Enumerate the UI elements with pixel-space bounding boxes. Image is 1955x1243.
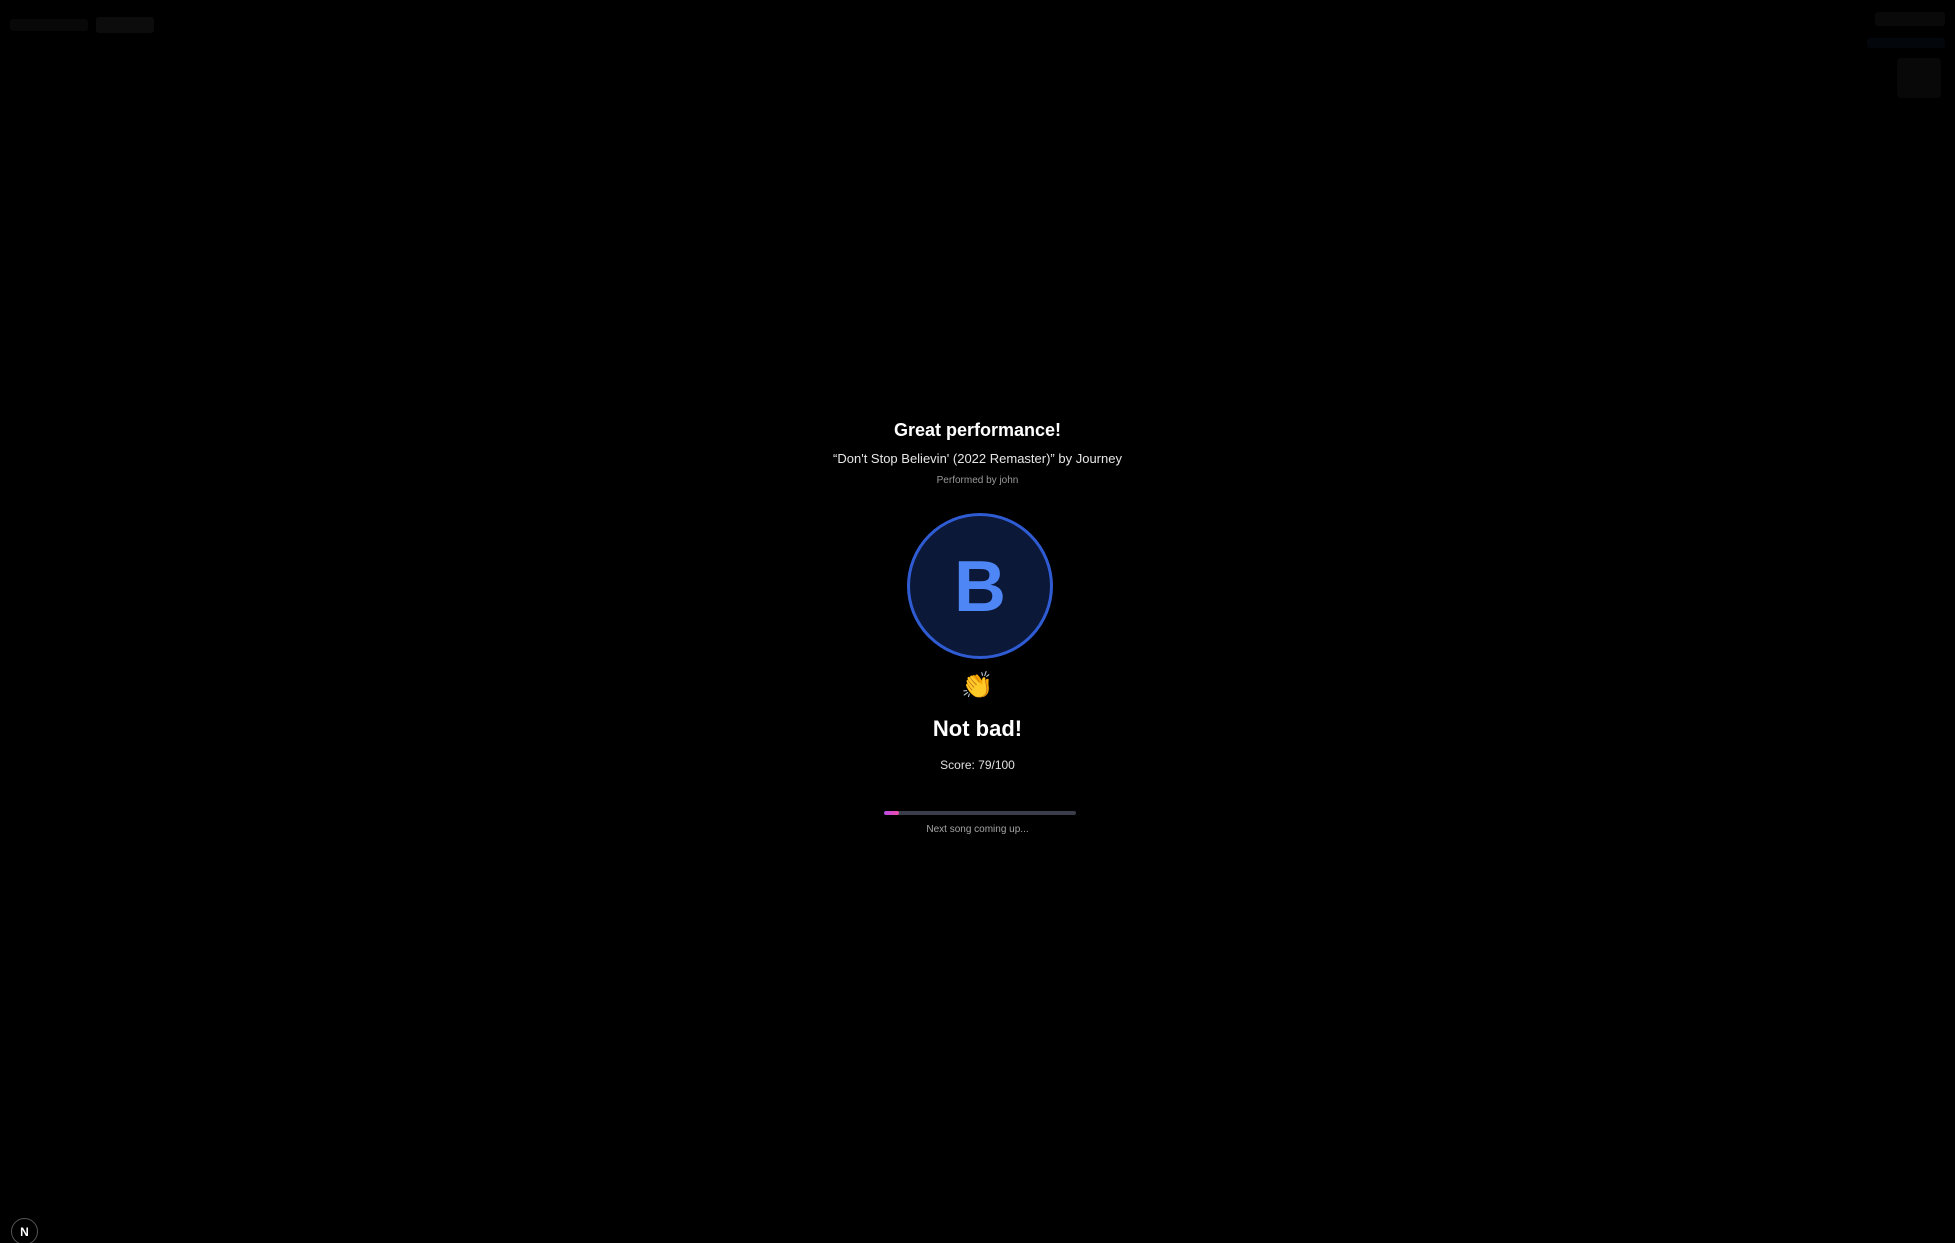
next-song-status: Next song coming up... xyxy=(926,824,1029,835)
background-logo xyxy=(10,14,160,36)
background-logo-badge xyxy=(96,17,154,33)
background-top-controls xyxy=(1867,12,1945,98)
next-song-progress-bar xyxy=(884,811,1076,815)
verdict-text: Not bad! xyxy=(932,716,1023,741)
next-song-progress-fill xyxy=(884,811,900,815)
background-control-c xyxy=(1897,58,1941,98)
performer-name: Performed by john xyxy=(936,475,1019,486)
grade-letter: B xyxy=(954,547,1006,627)
devtools-badge-button[interactable]: N xyxy=(11,1218,38,1243)
background-control-a xyxy=(1875,12,1945,26)
results-headline: Great performance! xyxy=(893,420,1062,440)
background-logo-mark xyxy=(10,19,88,31)
app-stage: Great performance! “Don't Stop Believin'… xyxy=(0,0,1955,1243)
clapping-hands-icon: 👏 xyxy=(961,670,994,700)
song-title-artist: “Don't Stop Believin' (2022 Remaster)” b… xyxy=(833,451,1122,466)
score-text: Score: 79/100 xyxy=(940,758,1015,772)
background-control-b xyxy=(1867,38,1945,48)
grade-badge: B xyxy=(907,513,1053,659)
